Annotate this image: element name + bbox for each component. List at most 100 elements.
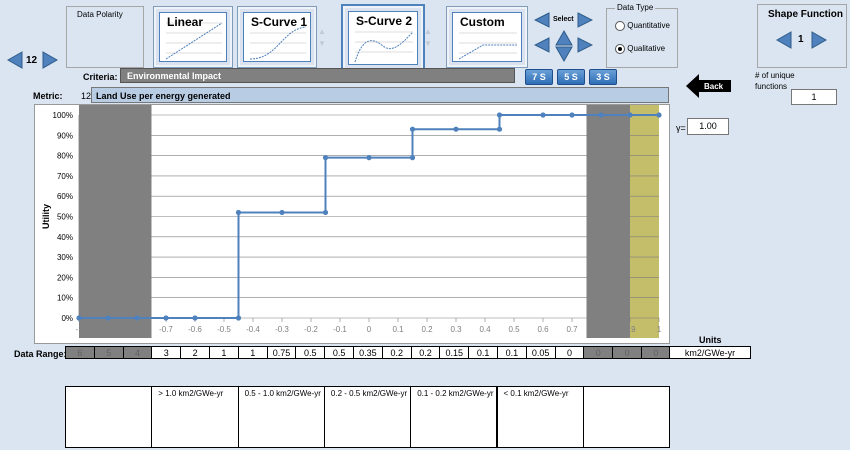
data-range-cell[interactable]: 0.1	[468, 346, 498, 359]
data-point	[496, 112, 503, 118]
y-tick-label: 50%	[57, 213, 73, 222]
data-type-quantitative[interactable]: Quantitative	[615, 21, 670, 31]
select-left-arrow-2-icon[interactable]	[533, 37, 550, 55]
data-range-cell[interactable]: 0.1	[497, 346, 527, 359]
data-range-cell[interactable]: 1	[209, 346, 239, 359]
x-tick-label: -0.4	[246, 325, 260, 334]
data-point	[496, 126, 503, 132]
scroll-arrows-2[interactable]: ▲ ▼	[422, 26, 434, 54]
range-description-cell[interactable]	[65, 386, 153, 448]
select-down-arrow-icon[interactable]	[555, 46, 573, 64]
data-type-qualitative[interactable]: Qualitative	[615, 44, 665, 54]
data-point	[192, 315, 198, 321]
scale-3s-button[interactable]: 3 S	[589, 69, 617, 85]
y-tick-label: 80%	[57, 152, 73, 161]
criteria-field: Environmental Impact	[120, 68, 515, 83]
data-point	[409, 155, 416, 161]
scale-5s-button[interactable]: 5 S	[557, 69, 585, 85]
data-range-cell[interactable]: 0	[583, 346, 614, 359]
radio-qualitative[interactable]	[615, 44, 625, 54]
y-tick-label: 0%	[61, 314, 73, 323]
shape-function-next-icon[interactable]	[811, 31, 828, 51]
x-tick-label: -0.3	[275, 325, 289, 334]
scale-7s-button[interactable]: 7 S	[525, 69, 553, 85]
metric-field: Land Use per energy generated	[91, 87, 669, 103]
data-polarity-label: Data Polarity	[77, 10, 123, 19]
shape-function-title: Shape Function	[768, 9, 843, 20]
data-point	[366, 155, 372, 161]
data-point	[322, 155, 329, 161]
shaded-region	[630, 105, 659, 338]
data-point	[134, 315, 140, 321]
data-range-cell[interactable]: 2	[180, 346, 210, 359]
x-tick-label: -0.2	[304, 325, 318, 334]
data-range-cell[interactable]: 0.2	[381, 346, 412, 359]
y-tick-label: 20%	[57, 273, 73, 282]
data-range-cell[interactable]: 0	[612, 346, 642, 359]
data-range-cell[interactable]: 5	[93, 346, 124, 359]
metric-number: 12	[81, 91, 92, 101]
data-type-box: Data Type Quantitative Qualitative	[606, 3, 678, 68]
select-left-arrow-icon[interactable]	[533, 12, 550, 30]
data-point	[409, 126, 416, 132]
utility-chart: 0% 10% 20% 30% 40% 50% 60% 70% 80% 90% 100% -1 -0.9 -…	[34, 104, 670, 344]
range-description-cell[interactable]: 0.1 - 0.2 km2/GWe-yr	[410, 386, 498, 448]
data-range-cell[interactable]: 0.15	[439, 346, 470, 359]
shape-function-value: 1	[798, 34, 804, 45]
shape-custom-button[interactable]: Custom	[446, 6, 528, 68]
data-range-cell[interactable]: 0.5	[324, 346, 354, 359]
data-point	[627, 112, 633, 118]
radio-quantitative[interactable]	[615, 21, 625, 31]
x-tick-label: 0.6	[537, 325, 549, 334]
shape-function-box: Shape Function 1	[757, 4, 847, 68]
x-tick-label: 0	[367, 325, 372, 334]
x-tick-label: -0.8	[130, 325, 144, 334]
range-description-cell[interactable]: > 1.0 km2/GWe-yr	[151, 386, 239, 448]
range-description-cell[interactable]	[582, 386, 671, 448]
data-range-cell[interactable]: 0.2	[410, 346, 441, 359]
data-range-cell[interactable]: 0.05	[525, 346, 556, 359]
unique-functions-field[interactable]: 1	[791, 89, 837, 105]
select-right-arrow-2-icon[interactable]	[577, 37, 594, 55]
range-description-cell[interactable]: 0.5 - 1.0 km2/GWe-yr	[237, 386, 325, 448]
scroll-arrows-1[interactable]: ▲ ▼	[316, 26, 328, 54]
shape-linear-button[interactable]: Linear	[153, 6, 233, 68]
y-tick-label: 40%	[57, 233, 73, 242]
data-range-cell[interactable]: 3	[151, 346, 182, 359]
data-point	[279, 209, 285, 216]
data-point	[598, 112, 604, 118]
data-point	[322, 209, 329, 216]
back-button[interactable]: Back	[686, 74, 732, 98]
data-point	[76, 315, 82, 321]
shape-s-curve-1-button[interactable]: S-Curve 1	[237, 6, 317, 68]
metric-prev-icon[interactable]	[6, 51, 23, 71]
data-range-cell[interactable]: 0.35	[353, 346, 383, 359]
x-tick-label: 0.7	[566, 325, 578, 334]
data-point	[235, 315, 242, 321]
range-description-cell[interactable]: 0.2 - 0.5 km2/GWe-yr	[323, 386, 412, 448]
data-range-cell[interactable]: 4	[122, 346, 153, 359]
data-point	[453, 126, 459, 132]
data-range-cell[interactable]: 1	[237, 346, 268, 359]
chart-svg: 0% 10% 20% 30% 40% 50% 60% 70% 80% 90% 100% -1 -0.9 -…	[41, 105, 662, 338]
range-description-cell[interactable]: < 0.1 km2/GWe-yr	[496, 386, 584, 448]
x-tick-label: -0.7	[159, 325, 173, 334]
shape-function-prev-icon[interactable]	[775, 31, 792, 51]
data-range-cell[interactable]: 0.75	[266, 346, 297, 359]
data-range-cell[interactable]: 0	[641, 346, 671, 359]
data-range-cell[interactable]: 0	[554, 346, 585, 359]
data-range-cell[interactable]: 6	[65, 346, 95, 359]
x-tick-label: 1	[657, 325, 662, 334]
metric-next-icon[interactable]	[42, 51, 59, 71]
shape-custom-label: Custom	[460, 15, 505, 29]
gamma-field[interactable]: 1.00	[687, 118, 729, 135]
metric-label: Metric:	[33, 91, 63, 101]
select-right-arrow-icon[interactable]	[577, 12, 594, 30]
data-range-cell[interactable]: 0.5	[295, 346, 326, 359]
select-label: Select	[553, 16, 574, 23]
shape-s-curve-2-label: S-Curve 2	[356, 14, 413, 28]
x-tick-label: 0.3	[450, 325, 462, 334]
data-type-title: Data Type	[615, 3, 656, 12]
shape-s-curve-2-button[interactable]: S-Curve 2	[341, 4, 425, 72]
unique-functions-label: # of unique functions	[755, 71, 795, 91]
